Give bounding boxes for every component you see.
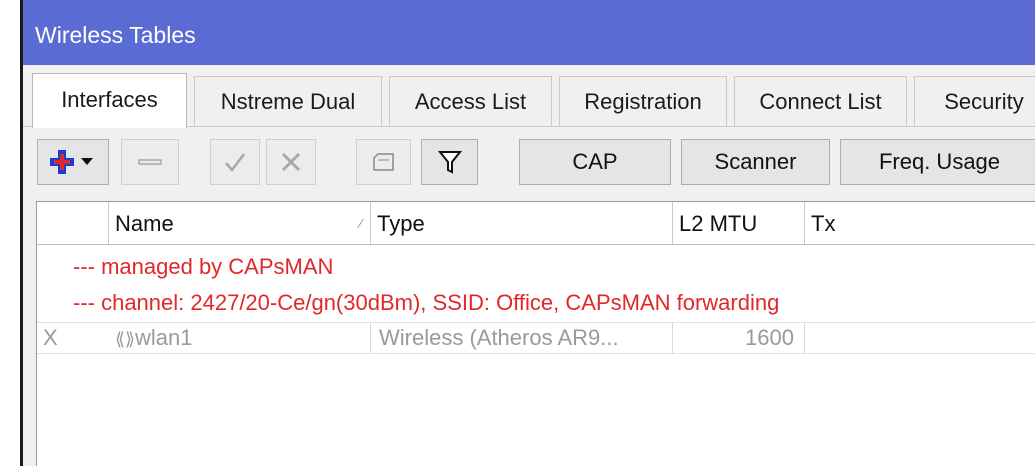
tab-connect-list[interactable]: Connect List xyxy=(734,76,907,127)
filter-button[interactable] xyxy=(421,139,478,185)
row-type: Wireless (Atheros AR9... xyxy=(371,323,673,353)
add-button[interactable] xyxy=(37,139,109,185)
tab-strip: Interfaces Nstreme Dual Access List Regi… xyxy=(32,73,1035,128)
wireless-tables-window: Wireless Tables Interfaces Nstreme Dual … xyxy=(20,0,1035,466)
window-title: Wireless Tables xyxy=(35,22,196,48)
comment-button[interactable] xyxy=(356,139,411,185)
cap-button[interactable]: CAP xyxy=(519,139,671,185)
column-header-type[interactable]: Type xyxy=(371,202,673,244)
row-l2mtu: 1600 xyxy=(673,323,805,353)
comment-icon xyxy=(372,153,394,171)
minus-icon xyxy=(138,159,162,165)
check-icon xyxy=(225,153,245,172)
scanner-button[interactable]: Scanner xyxy=(681,139,830,185)
row-flag: X xyxy=(43,325,58,350)
tab-interfaces[interactable]: Interfaces xyxy=(32,73,187,128)
enable-button[interactable] xyxy=(210,139,260,185)
wireless-interface-icon: ⟪⟫ xyxy=(115,329,136,349)
comment-row[interactable]: --- managed by CAPsMAN xyxy=(37,252,1035,282)
interfaces-table: Name ⁄ Type L2 MTU Tx --- managed by CAP… xyxy=(36,201,1035,466)
filter-icon xyxy=(437,151,462,174)
column-header-flags[interactable] xyxy=(37,202,109,244)
sort-ascending-icon: ⁄ xyxy=(359,216,362,231)
table-header: Name ⁄ Type L2 MTU Tx xyxy=(37,202,1035,245)
column-header-l2mtu[interactable]: L2 MTU xyxy=(673,202,805,244)
row-name: ⟪⟫wlan1 xyxy=(109,323,371,353)
x-icon xyxy=(281,152,301,172)
tab-security[interactable]: Security xyxy=(914,76,1035,127)
freq-usage-button[interactable]: Freq. Usage xyxy=(840,139,1035,185)
row-tx xyxy=(805,323,1035,353)
tab-registration[interactable]: Registration xyxy=(559,76,727,127)
tab-nstreme-dual[interactable]: Nstreme Dual xyxy=(194,76,382,127)
disable-button[interactable] xyxy=(266,139,316,185)
comment-row[interactable]: --- channel: 2427/20-Ce/gn(30dBm), SSID:… xyxy=(37,288,1035,318)
table-row[interactable]: X ⟪⟫wlan1 Wireless (Atheros AR9... 1600 xyxy=(37,322,1035,354)
remove-button[interactable] xyxy=(121,139,179,185)
tab-access-list[interactable]: Access List xyxy=(389,76,552,127)
title-bar[interactable]: Wireless Tables xyxy=(23,0,1035,65)
column-header-name[interactable]: Name ⁄ xyxy=(109,202,371,244)
plus-icon xyxy=(50,150,93,174)
column-header-tx[interactable]: Tx xyxy=(805,202,1035,244)
